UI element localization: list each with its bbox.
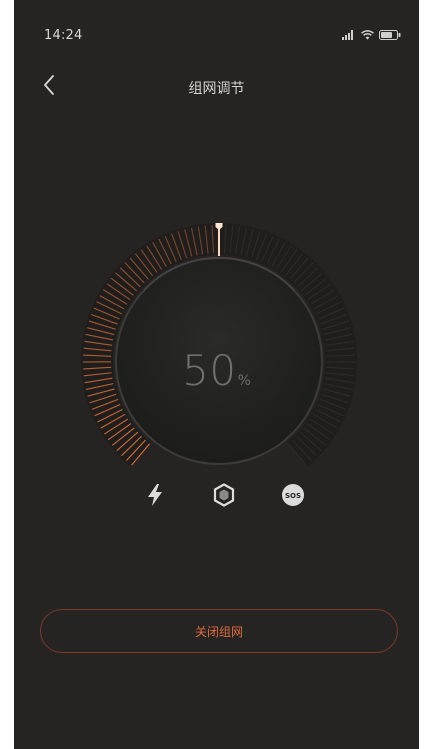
- dial-value-text: 50: [182, 346, 237, 395]
- battery-icon: [379, 30, 401, 40]
- signal-icon: [342, 30, 353, 40]
- wifi-icon: [361, 30, 374, 40]
- network-mode-button[interactable]: [209, 480, 239, 510]
- sos-icon: SOS: [282, 484, 304, 506]
- lightning-mode-button[interactable]: [140, 480, 170, 510]
- status-icons: [342, 30, 401, 40]
- hexagon-icon: [213, 483, 235, 507]
- dial-percentage: 50%: [14, 346, 419, 395]
- close-network-button[interactable]: 关闭组网: [40, 609, 398, 653]
- nav-bar: 组网调节: [14, 60, 419, 112]
- level-dial[interactable]: [74, 220, 364, 470]
- status-bar: 14:24: [14, 0, 419, 44]
- phone-screen: 14:24 组网调节 50% SOS 关闭组网: [14, 0, 419, 749]
- close-network-label: 关闭组网: [194, 624, 243, 639]
- lightning-icon: [148, 484, 162, 506]
- status-time: 14:24: [44, 28, 83, 43]
- mode-selector: SOS: [134, 480, 314, 512]
- sos-icon-label: SOS: [285, 492, 301, 500]
- page-title: 组网调节: [188, 81, 245, 97]
- sos-mode-button[interactable]: SOS: [278, 480, 308, 510]
- dial-unit-text: %: [237, 373, 251, 389]
